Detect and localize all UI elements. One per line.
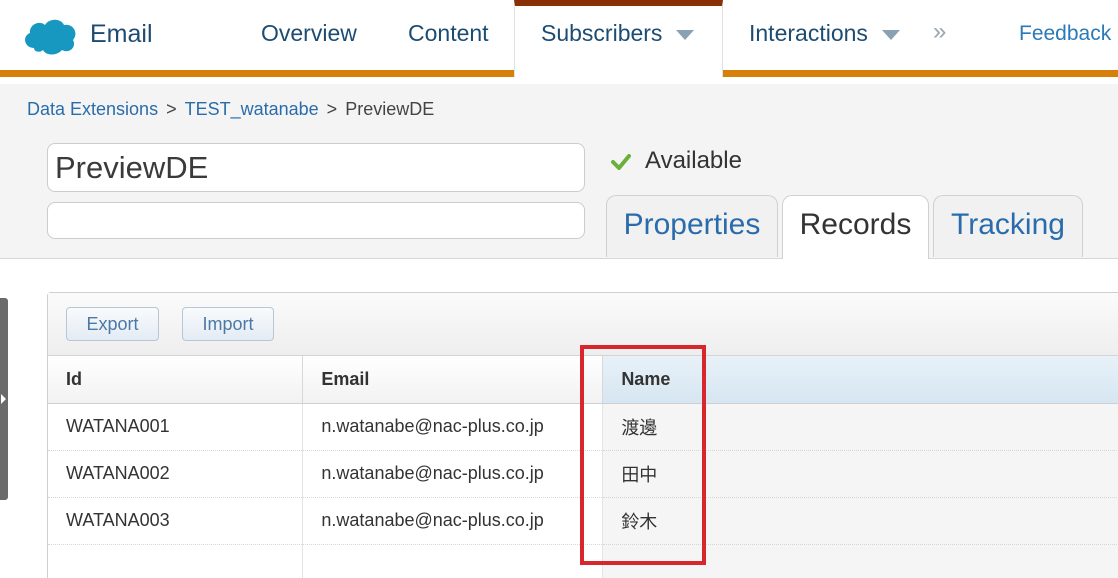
nav-content[interactable]: Content bbox=[408, 20, 489, 47]
cell-email: n.watanabe@nac-plus.co.jp bbox=[302, 450, 604, 498]
nav-interactions[interactable]: Interactions bbox=[749, 20, 900, 47]
check-icon bbox=[611, 153, 631, 170]
nav-interactions-label: Interactions bbox=[749, 20, 868, 46]
cell-email bbox=[302, 544, 604, 578]
cell-email: n.watanabe@nac-plus.co.jp bbox=[302, 497, 604, 545]
nav-overflow-icon[interactable]: » bbox=[933, 18, 946, 46]
caret-down-icon bbox=[881, 29, 900, 40]
nav-subscribers-label: Subscribers bbox=[541, 20, 663, 46]
tab-tracking[interactable]: Tracking bbox=[933, 195, 1083, 257]
breadcrumb-separator: > bbox=[326, 99, 338, 119]
de-name-field[interactable]: PreviewDE bbox=[47, 143, 585, 192]
breadcrumb-current: PreviewDE bbox=[345, 99, 435, 119]
breadcrumb-test-watanabe[interactable]: TEST_watanabe bbox=[185, 99, 319, 119]
cell-email: n.watanabe@nac-plus.co.jp bbox=[302, 403, 604, 451]
caret-down-icon bbox=[676, 29, 695, 40]
tab-properties[interactable]: Properties bbox=[606, 195, 778, 257]
export-button[interactable]: Export bbox=[66, 307, 159, 341]
import-button[interactable]: Import bbox=[182, 307, 274, 341]
name-column-highlight bbox=[580, 345, 706, 565]
nav-overview[interactable]: Overview bbox=[261, 20, 357, 47]
collapse-handle-icon[interactable] bbox=[0, 298, 8, 500]
status-badge: Available bbox=[611, 147, 742, 175]
column-header-email[interactable]: Email bbox=[302, 356, 604, 404]
breadcrumb: Data Extensions > TEST_watanabe > PreviewDE bbox=[27, 99, 434, 120]
feedback-link[interactable]: Feedback bbox=[1019, 22, 1111, 46]
cell-id: WATANA002 bbox=[48, 450, 304, 498]
cell-id bbox=[48, 544, 304, 578]
cell-id: WATANA003 bbox=[48, 497, 304, 545]
breadcrumb-separator: > bbox=[166, 99, 177, 119]
app-name[interactable]: Email bbox=[90, 20, 153, 49]
cell-id: WATANA001 bbox=[48, 403, 304, 451]
tab-records[interactable]: Records bbox=[782, 195, 929, 259]
salesforce-cloud-icon[interactable] bbox=[20, 14, 78, 56]
expand-arrow-icon bbox=[1, 394, 6, 404]
status-text: Available bbox=[645, 147, 742, 174]
column-header-id[interactable]: Id bbox=[48, 356, 304, 404]
nav-subscribers[interactable]: Subscribers bbox=[514, 0, 723, 77]
de-description-field[interactable] bbox=[47, 202, 585, 239]
breadcrumb-data-extensions[interactable]: Data Extensions bbox=[27, 99, 158, 119]
